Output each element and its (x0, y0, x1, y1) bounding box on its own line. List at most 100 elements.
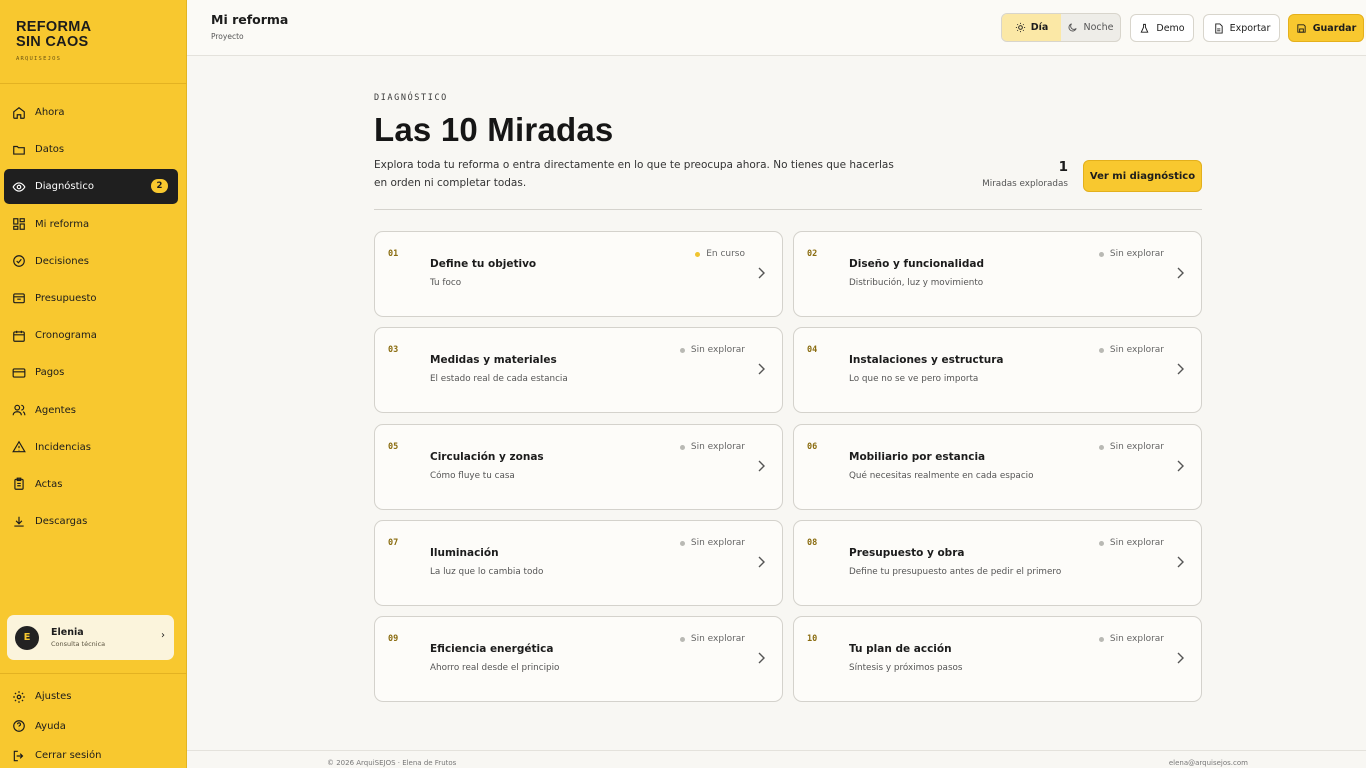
sidebar-item-incidencias[interactable]: Incidencias (4, 430, 178, 465)
view-diagnosis-button[interactable]: Ver mi diagnóstico (1083, 160, 1202, 192)
status-label: Sin explorar (690, 538, 745, 548)
user-card[interactable]: E Elenia Consulta técnica › (7, 615, 174, 660)
mirada-card-08[interactable]: 08 Presupuesto y obra Define tu presupue… (793, 520, 1202, 606)
sidebar-item-label: Incidencias (35, 441, 92, 453)
card-subtitle: Tu foco (430, 278, 462, 288)
status-label: Sin explorar (1109, 538, 1164, 548)
mirada-card-05[interactable]: 05 Circulación y zonas Cómo fluye tu cas… (374, 424, 783, 510)
eye-icon (12, 180, 26, 194)
avatar: E (15, 625, 39, 650)
sidebar-item-datos[interactable]: Datos (4, 132, 178, 167)
sidebar: REFORMA SIN CAOS ARQUISEJOS Ahora Datos … (0, 0, 187, 768)
explored-count: 1 (1058, 159, 1068, 175)
sidebar-item-ayuda[interactable]: Ayuda (12, 712, 101, 742)
sidebar-item-label: Ajustes (35, 691, 72, 703)
sidebar-item-label: Agentes (35, 404, 76, 416)
card-title: Mobiliario por estancia (849, 451, 986, 463)
sidebar-item-label: Presupuesto (35, 292, 97, 304)
mirada-card-06[interactable]: 06 Mobiliario por estancia Qué necesitas… (793, 424, 1202, 510)
sidebar-item-label: Datos (35, 144, 65, 156)
status-dot-icon (1098, 636, 1104, 642)
card-subtitle: El estado real de cada estancia (430, 374, 568, 384)
card-title: Instalaciones y estructura (849, 354, 1004, 366)
document-icon (1214, 22, 1223, 34)
home-icon (12, 106, 26, 120)
status-dot-icon (1098, 251, 1104, 257)
sidebar-item-descargas[interactable]: Descargas (4, 504, 178, 539)
export-label: Exportar (1229, 22, 1271, 34)
save-button[interactable]: Guardar (1288, 14, 1364, 42)
sun-icon (1015, 22, 1025, 33)
card-number: 05 (388, 442, 399, 452)
sidebar-divider (0, 673, 187, 674)
sidebar-item-cronograma[interactable]: Cronograma (4, 318, 178, 353)
chevron-right-icon (1177, 363, 1184, 375)
card-subtitle: Síntesis y próximos pasos (849, 663, 963, 673)
status-label: Sin explorar (1109, 345, 1164, 355)
status-label: Sin explorar (690, 442, 745, 452)
status-label: Sin explorar (690, 634, 745, 644)
notification-badge: 2 (151, 179, 168, 194)
help-icon (12, 719, 26, 733)
page-header-subtitle: Proyecto (211, 32, 244, 41)
export-button[interactable]: Exportar (1203, 14, 1280, 42)
sidebar-item-actas[interactable]: Actas (4, 467, 178, 502)
check-circle-icon (12, 254, 26, 268)
status-badge: Sin explorar (679, 634, 745, 644)
card-title: Tu plan de acción (849, 643, 952, 655)
top-bar: Mi reforma Proyecto Día Noche Demo Expor… (187, 0, 1366, 56)
demo-button[interactable]: Demo (1130, 14, 1194, 42)
mirada-card-07[interactable]: 07 Iluminación La luz que lo cambia todo… (374, 520, 783, 606)
theme-day-button[interactable]: Día (1002, 14, 1061, 41)
card-title: Define tu objetivo (430, 258, 537, 270)
status-dot-icon (1098, 444, 1104, 450)
mirada-card-10[interactable]: 10 Tu plan de acción Síntesis y próximos… (793, 616, 1202, 702)
intro-text: Explora toda tu reforma o entra directam… (374, 159, 894, 189)
mirada-card-09[interactable]: 09 Eficiencia energética Ahorro real des… (374, 616, 783, 702)
logout-button[interactable]: Cerrar sesión (12, 741, 101, 768)
users-icon (12, 403, 26, 417)
brand-line-1: REFORMA (16, 19, 92, 35)
user-name: Elenia (51, 627, 84, 638)
theme-night-button[interactable]: Noche (1061, 14, 1120, 41)
card-number: 09 (388, 634, 399, 644)
mirada-card-03[interactable]: 03 Medidas y materiales El estado real d… (374, 327, 783, 413)
clipboard-icon (12, 477, 26, 491)
sidebar-item-agentes[interactable]: Agentes (4, 393, 178, 428)
save-icon (1297, 23, 1306, 33)
card-number: 06 (807, 442, 818, 452)
sidebar-divider (0, 83, 187, 84)
card-title: Circulación y zonas (430, 451, 544, 463)
card-title: Presupuesto y obra (849, 547, 965, 559)
sidebar-item-ahora[interactable]: Ahora (4, 95, 178, 130)
card-title: Eficiencia energética (430, 643, 554, 655)
status-badge: Sin explorar (1098, 345, 1164, 355)
sidebar-item-ajustes[interactable]: Ajustes (12, 682, 101, 712)
chevron-right-icon (1177, 460, 1184, 472)
chevron-right-icon (1177, 652, 1184, 664)
sidebar-bottom-nav: Ajustes Ayuda Cerrar sesión (12, 682, 101, 768)
status-badge: Sin explorar (1098, 538, 1164, 548)
mirada-card-02[interactable]: 02 Diseño y funcionalidad Distribución, … (793, 231, 1202, 317)
sidebar-item-mi-reforma[interactable]: Mi reforma (4, 207, 178, 242)
sidebar-item-decisiones[interactable]: Decisiones (4, 244, 178, 279)
mirada-card-01[interactable]: 01 Define tu objetivo Tu foco En curso (374, 231, 783, 317)
theme-day-label: Día (1030, 22, 1049, 33)
brand-logo[interactable]: REFORMA SIN CAOS ARQUISEJOS (16, 19, 92, 63)
sidebar-item-label: Pagos (35, 367, 65, 379)
sidebar-item-presupuesto[interactable]: Presupuesto (4, 281, 178, 316)
sidebar-item-diagnostico[interactable]: Diagnóstico 2 (4, 169, 178, 205)
warning-icon (12, 440, 26, 454)
status-label: Sin explorar (1109, 249, 1164, 259)
section-eyebrow: DIAGNÓSTICO (374, 93, 448, 103)
grid-icon (12, 217, 26, 231)
status-badge: Sin explorar (1098, 249, 1164, 259)
card-number: 03 (388, 345, 399, 355)
sidebar-item-label: Descargas (35, 516, 88, 528)
sidebar-item-pagos[interactable]: Pagos (4, 355, 178, 390)
flask-icon (1140, 23, 1149, 33)
status-dot-icon (1098, 540, 1104, 546)
footer-email-link[interactable]: elena@arquisejos.com (1169, 759, 1248, 767)
moon-icon (1069, 23, 1078, 32)
mirada-card-04[interactable]: 04 Instalaciones y estructura Lo que no … (793, 327, 1202, 413)
